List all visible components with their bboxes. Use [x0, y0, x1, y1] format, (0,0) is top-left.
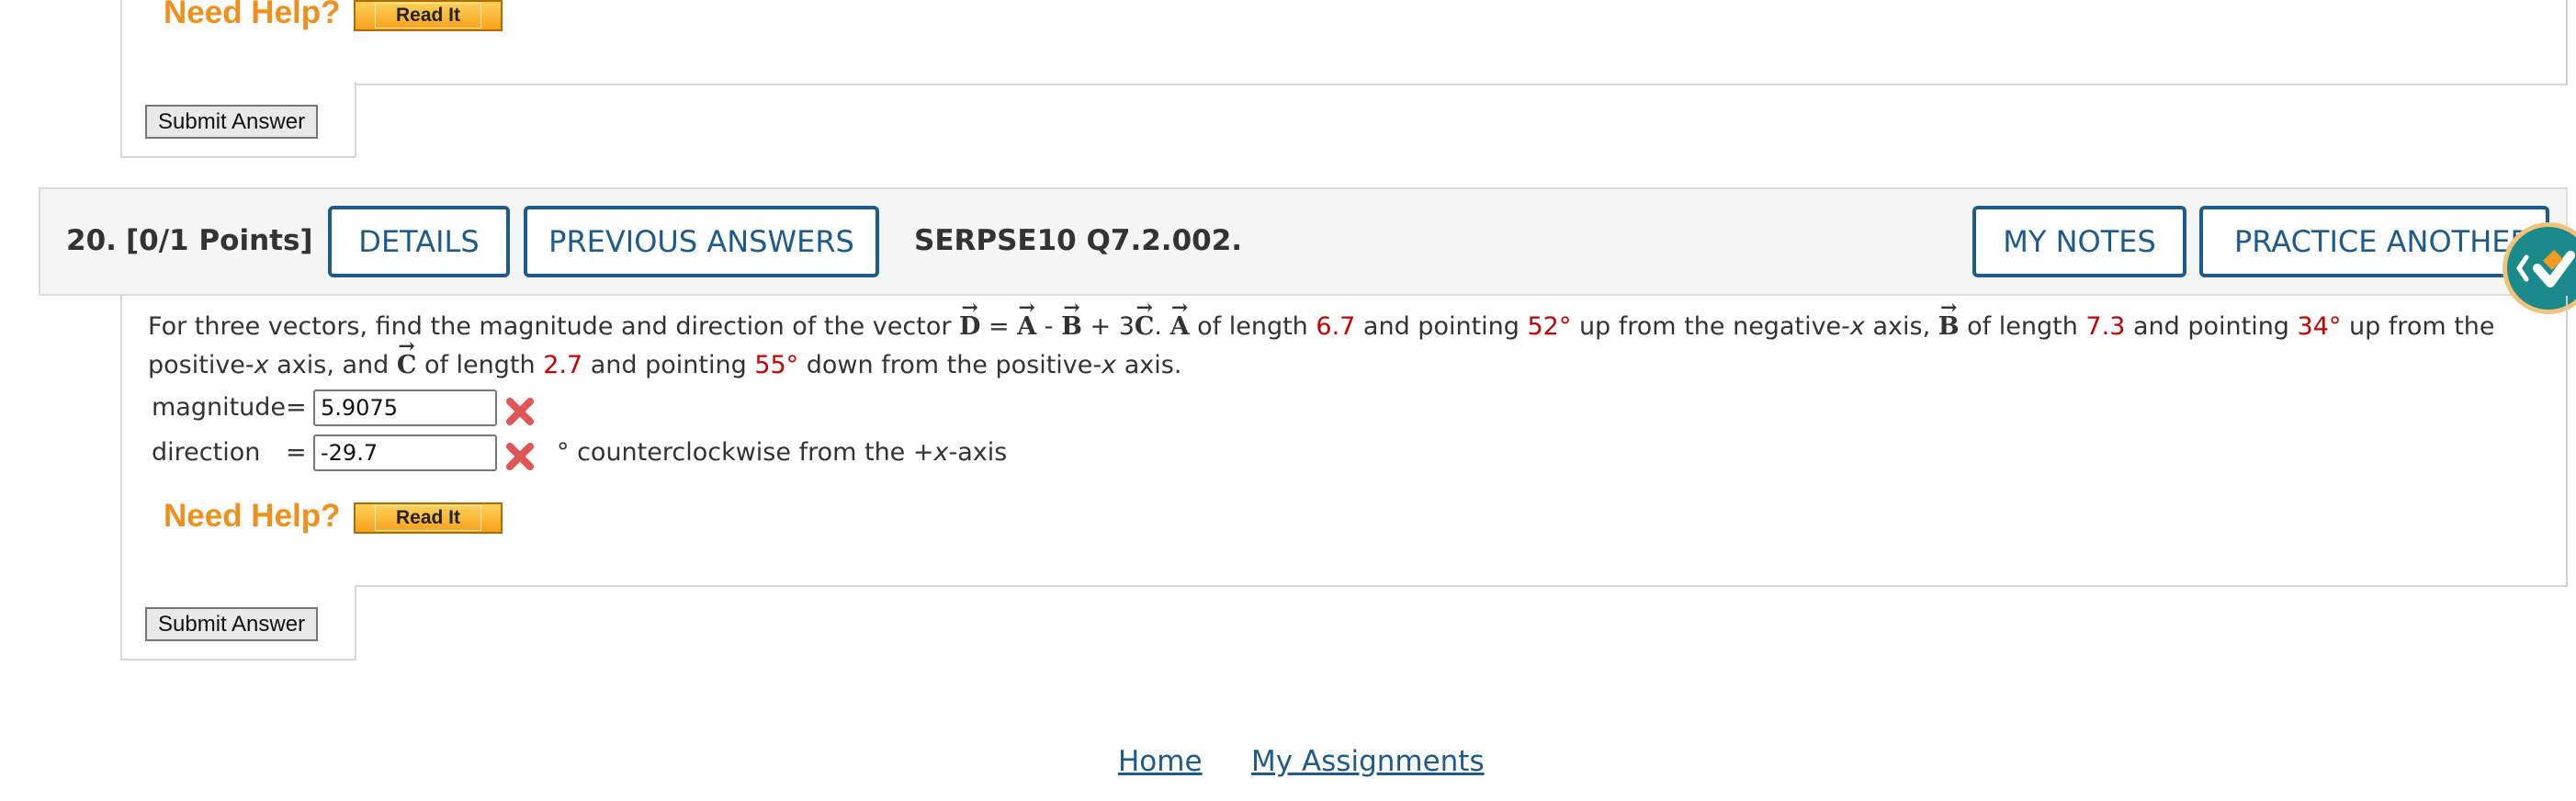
question-text: For three vectors, find the magnitude an… — [148, 308, 2527, 385]
vector-c: C — [1135, 308, 1155, 346]
direction-input[interactable] — [313, 434, 497, 471]
vector-b: B — [1938, 308, 1960, 346]
submit-answer-button[interactable]: Submit Answer — [145, 105, 319, 139]
magnitude-input[interactable] — [313, 389, 497, 426]
practice-another-label: PRACTICE ANOTHER — [2234, 224, 2531, 259]
a-length-value: 6.7 — [1316, 312, 1356, 341]
vector-a: A — [1170, 308, 1190, 346]
read-it-label: Read It — [374, 3, 481, 28]
vector-c: C — [397, 346, 417, 385]
practice-another-button[interactable]: PRACTICE ANOTHER — [2199, 206, 2549, 277]
question-number: 20. — [66, 224, 117, 257]
c-length-value: 2.7 — [543, 351, 583, 379]
c-angle-value: 55° — [754, 351, 799, 379]
vector-b: B — [1061, 308, 1082, 346]
a-angle-value: 52° — [1527, 312, 1572, 341]
vector-a: A — [1017, 308, 1036, 346]
need-help-label: Need Help? — [164, 498, 341, 534]
read-it-label: Read It — [374, 505, 481, 531]
my-assignments-link[interactable]: My Assignments — [1251, 745, 1485, 778]
b-angle-value: 34° — [2297, 312, 2342, 341]
details-button[interactable]: DETAILS — [328, 206, 510, 277]
previous-answers-button[interactable]: PREVIOUS ANSWERS — [524, 206, 879, 277]
incorrect-icon — [506, 443, 534, 470]
question-line-1: For three vectors, find the magnitude an… — [148, 308, 2527, 346]
my-notes-button[interactable]: MY NOTES — [1972, 206, 2186, 277]
question-code: SERPSE10 Q7.2.002. — [914, 224, 1243, 257]
incorrect-icon — [506, 398, 534, 425]
magnitude-label: magnitude — [152, 393, 287, 422]
question-line-2: positive-x axis, and C of length 2.7 and… — [148, 346, 2527, 385]
read-it-button[interactable]: Read It — [354, 0, 503, 31]
need-help-label: Need Help? — [164, 0, 341, 30]
magnitude-equals: = — [286, 393, 307, 422]
vector-d: D — [959, 308, 980, 346]
direction-equals: = — [286, 438, 307, 467]
b-length-value: 7.3 — [2085, 312, 2126, 341]
direction-label: direction — [152, 438, 261, 467]
submit-answer-button[interactable]: Submit Answer — [145, 607, 319, 641]
question-points: [0/1 Points] — [126, 224, 313, 257]
read-it-button[interactable]: Read It — [354, 502, 503, 534]
home-link[interactable]: Home — [1118, 745, 1203, 778]
direction-unit: ° counterclockwise from the +x-axis — [557, 438, 1008, 467]
